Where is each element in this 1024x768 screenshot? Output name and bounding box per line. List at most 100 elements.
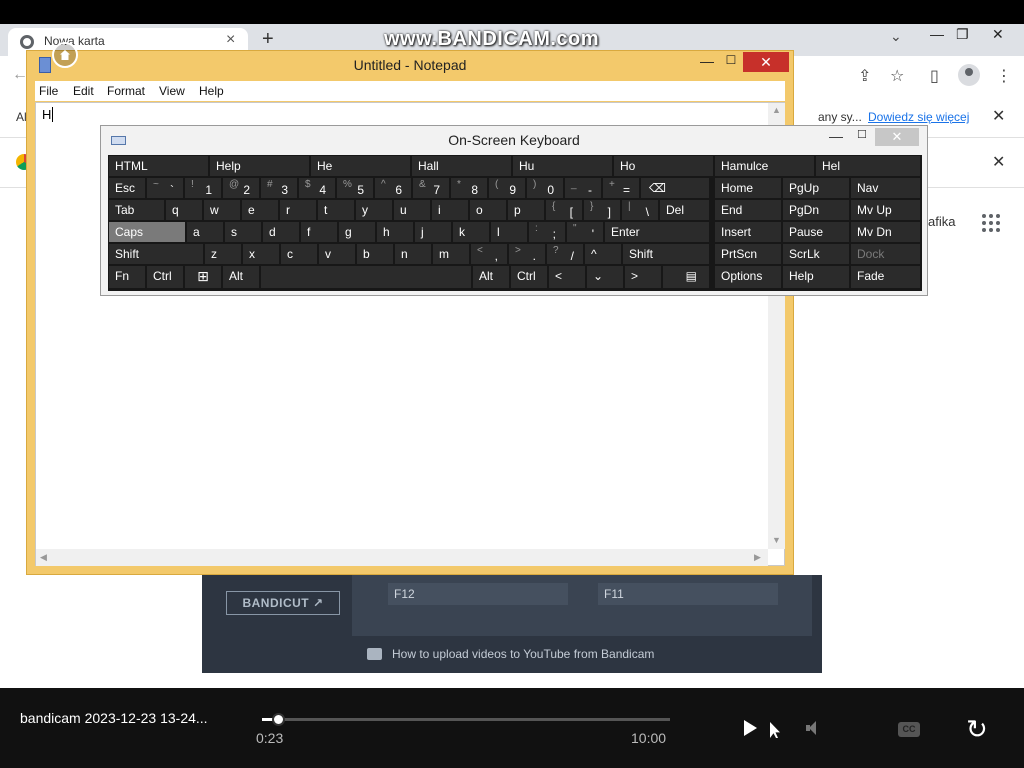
key-mv-dn[interactable]: Mv Dn xyxy=(851,222,920,242)
key-6[interactable]: ^ 6 xyxy=(375,178,411,198)
key-enter[interactable]: Enter xyxy=(605,222,709,242)
key-tab[interactable]: Tab xyxy=(109,200,164,220)
hotkey-f11-field[interactable]: F11 xyxy=(598,583,778,605)
chrome-restore-button[interactable]: ❐ xyxy=(956,26,969,43)
key-letter[interactable]: n xyxy=(395,244,431,264)
scroll-left-arrow-icon[interactable]: ◀ xyxy=(40,552,47,563)
key-scrlk[interactable]: ScrLk xyxy=(783,244,849,264)
key-esc[interactable]: Esc xyxy=(109,178,145,198)
prediction-key[interactable]: Hamulce xyxy=(715,156,814,176)
osk-maximize-button[interactable]: ☐ xyxy=(857,128,867,141)
key-backspace[interactable]: ⌫ xyxy=(641,178,709,198)
key-letter[interactable]: g xyxy=(339,222,375,242)
chrome-minimize-button[interactable]: — xyxy=(930,26,944,42)
side-panel-icon[interactable]: ▯ xyxy=(930,66,939,86)
bookmark-star-icon[interactable]: ☆ xyxy=(890,66,904,86)
key-right-arrow[interactable]: > xyxy=(625,266,661,288)
key-letter[interactable]: c xyxy=(281,244,317,264)
new-tab-button[interactable]: + xyxy=(262,28,274,51)
key-equals[interactable]: + = xyxy=(603,178,639,198)
prediction-key[interactable]: Help xyxy=(210,156,309,176)
key-mv-up[interactable]: Mv Up xyxy=(851,200,920,220)
prediction-key[interactable]: Hu xyxy=(513,156,612,176)
key-pause[interactable]: Pause xyxy=(783,222,849,242)
seek-thumb[interactable] xyxy=(271,713,285,726)
key-letter[interactable]: t xyxy=(318,200,354,220)
notepad-horizontal-scrollbar[interactable]: ◀ ▶ xyxy=(36,549,768,566)
key-pgdn[interactable]: PgDn xyxy=(783,200,849,220)
key-3[interactable]: #3 xyxy=(261,178,297,198)
menu-help[interactable]: Help xyxy=(199,84,224,98)
key-del[interactable]: Del xyxy=(660,200,709,220)
key-letter[interactable]: r xyxy=(280,200,316,220)
key-letter[interactable]: i xyxy=(432,200,468,220)
prediction-key[interactable]: Hel xyxy=(816,156,920,176)
key-shift-left[interactable]: Shift xyxy=(109,244,203,264)
key-letter[interactable]: f xyxy=(301,222,337,242)
key-letter[interactable]: d xyxy=(263,222,299,242)
closed-captions-icon[interactable]: CC xyxy=(898,722,920,737)
prediction-key[interactable]: He xyxy=(311,156,410,176)
key-letter[interactable]: q xyxy=(166,200,202,220)
key-fn[interactable]: Fn xyxy=(109,266,145,288)
key-letter[interactable]: u xyxy=(394,200,430,220)
hotkey-f12-field[interactable]: F12 xyxy=(388,583,568,605)
replay-icon[interactable]: ↻ xyxy=(966,714,988,745)
key-letter[interactable]: o xyxy=(470,200,506,220)
notepad-maximize-button[interactable]: ☐ xyxy=(719,53,743,73)
menu-format[interactable]: Format xyxy=(107,84,145,98)
key-space[interactable] xyxy=(261,266,471,288)
key-period[interactable]: >. xyxy=(509,244,545,264)
key-fade[interactable]: Fade xyxy=(851,266,920,288)
bandicam-tip-link[interactable]: How to upload videos to YouTube from Ban… xyxy=(367,647,654,661)
key-semicolon[interactable]: :; xyxy=(529,222,565,242)
key-up-arrow[interactable]: ^ xyxy=(585,244,621,264)
seek-bar[interactable] xyxy=(262,713,670,726)
osk-titlebar[interactable]: On-Screen Keyboard — ☐ ✕ xyxy=(101,126,927,154)
info-bar-close-icon[interactable]: ✕ xyxy=(992,106,1005,126)
prediction-key[interactable]: Ho xyxy=(614,156,713,176)
key-shift-right[interactable]: Shift xyxy=(623,244,709,264)
key-letter[interactable]: b xyxy=(357,244,393,264)
key-2[interactable]: @2 xyxy=(223,178,259,198)
key-9[interactable]: (9 xyxy=(489,178,525,198)
key-minus[interactable]: _ - xyxy=(565,178,601,198)
scroll-right-arrow-icon[interactable]: ▶ xyxy=(754,552,761,563)
key-caps[interactable]: Caps xyxy=(109,222,185,242)
key-letter[interactable]: k xyxy=(453,222,489,242)
key-close-bracket[interactable]: }] xyxy=(584,200,620,220)
key-letter[interactable]: a xyxy=(187,222,223,242)
key-nav[interactable]: Nav xyxy=(851,178,920,198)
key-comma[interactable]: <, xyxy=(471,244,507,264)
profile-avatar-icon[interactable] xyxy=(958,64,980,86)
key-pgup[interactable]: PgUp xyxy=(783,178,849,198)
key-ctrl-right[interactable]: Ctrl xyxy=(511,266,547,288)
key-letter[interactable]: p xyxy=(508,200,544,220)
bandicut-button[interactable]: BANDICUT ↗ xyxy=(226,591,340,615)
key-1[interactable]: ! 1 xyxy=(185,178,221,198)
key-alt-left[interactable]: Alt xyxy=(223,266,259,288)
key-5[interactable]: % 5 xyxy=(337,178,373,198)
images-link[interactable]: afika xyxy=(928,214,955,229)
share-icon[interactable]: ⇪ xyxy=(858,66,871,86)
key-letter[interactable]: m xyxy=(433,244,469,264)
chrome-menu-icon[interactable]: ⋮ xyxy=(996,66,1012,86)
learn-more-link[interactable]: Dowiedz się więcej xyxy=(868,110,969,124)
notepad-titlebar[interactable]: Untitled - Notepad — ☐ ✕ xyxy=(27,51,793,79)
key-end[interactable]: End xyxy=(715,200,781,220)
promo-bar-close-icon[interactable]: ✕ xyxy=(992,152,1005,172)
prediction-key[interactable]: Hall xyxy=(412,156,511,176)
key-options[interactable]: Options xyxy=(715,266,781,288)
scroll-down-arrow-icon[interactable]: ▼ xyxy=(772,535,781,545)
key-down-arrow[interactable]: ⌄ xyxy=(587,266,623,288)
scroll-up-arrow-icon[interactable]: ▲ xyxy=(772,105,781,115)
menu-view[interactable]: View xyxy=(159,84,185,98)
chrome-tab-close-icon[interactable]: × xyxy=(226,31,235,49)
key-home[interactable]: Home xyxy=(715,178,781,198)
key-letter[interactable]: x xyxy=(243,244,279,264)
key-menu[interactable]: ▤ xyxy=(663,266,709,288)
key-letter[interactable]: h xyxy=(377,222,413,242)
key-slash[interactable]: ? / xyxy=(547,244,583,264)
key-quote[interactable]: " ' xyxy=(567,222,603,242)
osk-minimize-button[interactable]: — xyxy=(829,128,843,144)
